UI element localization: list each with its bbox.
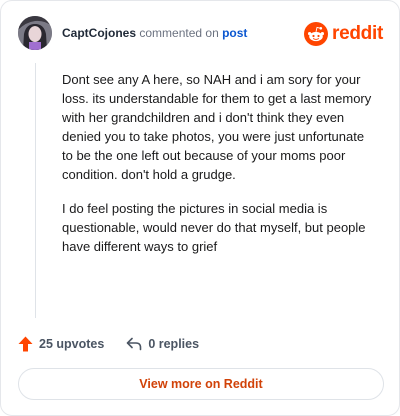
- reply-button[interactable]: 0 replies: [126, 337, 199, 351]
- reply-count: 0 replies: [148, 337, 200, 351]
- view-more-button[interactable]: View more on Reddit: [18, 368, 384, 400]
- comment-meta: CaptCojones commented on post: [62, 26, 247, 40]
- comment-paragraph: Dont see any A here, so NAH and i am sor…: [62, 72, 372, 182]
- reddit-wordmark: reddit: [332, 23, 383, 44]
- upvote-arrow-icon: [18, 336, 33, 352]
- reddit-brand[interactable]: reddit: [304, 20, 383, 48]
- author-name[interactable]: CaptCojones: [62, 26, 136, 40]
- upvote-count: 25 upvotes: [39, 337, 105, 351]
- post-link[interactable]: post: [222, 26, 247, 40]
- thread-line: [35, 63, 36, 318]
- comment-body: Dont see any A here, so NAH and i am sor…: [62, 70, 374, 271]
- avatar-image: [18, 16, 52, 50]
- comment-actions: 25 upvotes 0 replies: [18, 334, 221, 354]
- upvote-button[interactable]: 25 upvotes: [18, 336, 104, 352]
- embedded-comment-card: CaptCojones commented on post reddit Don…: [0, 0, 400, 416]
- reply-arrow-icon: [127, 337, 142, 351]
- user-avatar[interactable]: [18, 16, 52, 50]
- comment-paragraph: I do feel posting the pictures in social…: [62, 201, 366, 254]
- comment-header: CaptCojones commented on post reddit: [18, 16, 383, 52]
- action-text: commented on: [139, 26, 219, 40]
- reddit-snoo-icon: [304, 22, 329, 46]
